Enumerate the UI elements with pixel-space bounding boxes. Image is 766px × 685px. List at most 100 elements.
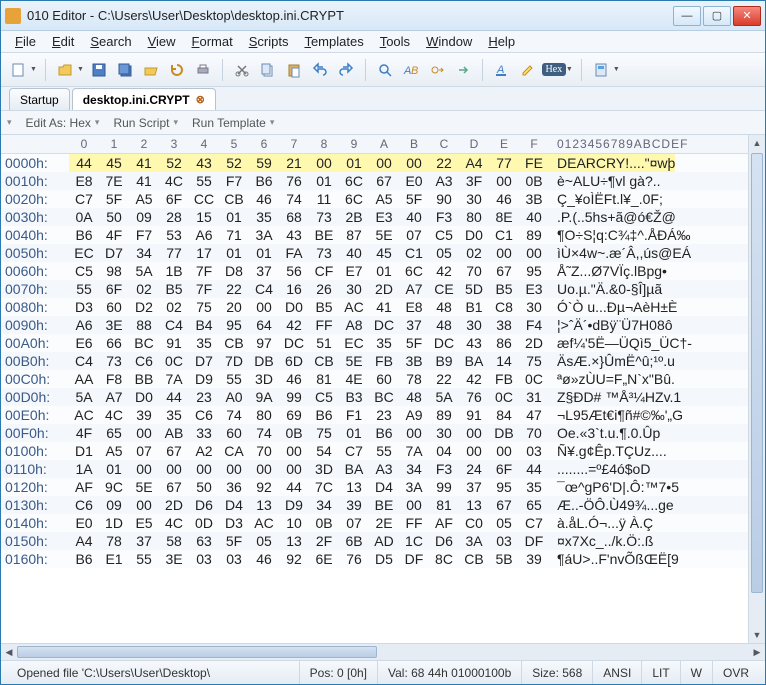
hex-byte[interactable]: 33 [189, 424, 219, 442]
hex-byte[interactable]: 37 [399, 316, 429, 334]
new-file-dropdown[interactable]: ▼ [30, 66, 37, 73]
hex-byte[interactable]: 41 [129, 172, 159, 190]
hex-byte[interactable]: 01 [339, 154, 369, 172]
hex-byte[interactable]: 60 [99, 298, 129, 316]
hex-byte[interactable]: 50 [189, 478, 219, 496]
ascii-text[interactable]: ¦>ˆÄ´•dBÿ¨Ü7H08ô [549, 316, 673, 334]
hex-byte[interactable]: 30 [459, 190, 489, 208]
hex-byte[interactable]: 0C [489, 388, 519, 406]
hex-byte[interactable]: 00 [489, 442, 519, 460]
hex-byte[interactable]: 70 [459, 262, 489, 280]
ascii-text[interactable]: Uo.µ."Ä.&0-§Î]µã [549, 280, 662, 298]
hex-byte[interactable]: E6 [69, 334, 99, 352]
highlight-icon[interactable] [517, 59, 539, 81]
hex-byte[interactable]: C5 [69, 262, 99, 280]
hex-byte[interactable]: DC [279, 334, 309, 352]
hex-byte[interactable]: F3 [429, 460, 459, 478]
hex-byte[interactable]: 89 [519, 226, 549, 244]
hex-byte[interactable]: C7 [519, 514, 549, 532]
run-script-dropdown[interactable]: Run Script▾ [113, 116, 178, 130]
hex-byte[interactable]: 5F [399, 190, 429, 208]
hex-byte[interactable]: 37 [459, 478, 489, 496]
hex-byte[interactable]: C7 [69, 190, 99, 208]
hex-byte[interactable]: C5 [429, 226, 459, 244]
hex-byte[interactable]: DB [249, 352, 279, 370]
ascii-text[interactable]: è~ALU÷¶vl gà?.. [549, 172, 661, 190]
hex-byte[interactable]: C0 [459, 514, 489, 532]
hex-byte[interactable]: CB [219, 190, 249, 208]
hex-byte[interactable]: 69 [279, 406, 309, 424]
undo-icon[interactable] [309, 59, 331, 81]
hex-byte[interactable]: BE [309, 226, 339, 244]
hex-byte[interactable]: 40 [399, 208, 429, 226]
hex-byte[interactable]: 70 [249, 442, 279, 460]
hex-mode-icon[interactable]: Hex [543, 59, 565, 81]
hex-byte[interactable]: 9A [249, 388, 279, 406]
menu-scripts[interactable]: Scripts [241, 32, 297, 51]
hex-byte[interactable]: 3E [159, 550, 189, 568]
hex-byte[interactable]: 6D [279, 352, 309, 370]
hex-byte[interactable]: 76 [459, 388, 489, 406]
hex-row[interactable]: 00D0h:5AA7D04423A09A99C5B3BC485A760C31Z§… [1, 388, 748, 406]
hex-byte[interactable]: DC [369, 316, 399, 334]
ascii-text[interactable]: ¯œ^gP6'D|.Ô:™7•5 [549, 478, 679, 496]
hex-byte[interactable]: 11 [309, 190, 339, 208]
hex-byte[interactable]: 68 [279, 208, 309, 226]
status-write-mode[interactable]: W [681, 661, 713, 684]
hex-byte[interactable]: 46 [279, 370, 309, 388]
ascii-text[interactable]: Ñ¥.g¢Êp.TÇUz.... [549, 442, 667, 460]
hex-byte[interactable]: D6 [429, 532, 459, 550]
find-replace-icon[interactable]: AB [400, 59, 422, 81]
hex-row[interactable]: 00A0h:E666BC9135CB97DC51EC355FDC43862Dæf… [1, 334, 748, 352]
status-endian[interactable]: LIT [642, 661, 680, 684]
hex-byte[interactable]: 65 [519, 496, 549, 514]
hex-byte[interactable]: 07 [339, 514, 369, 532]
hex-byte[interactable]: A8 [339, 316, 369, 334]
hex-byte[interactable]: 59 [249, 154, 279, 172]
hex-byte[interactable]: 23 [369, 406, 399, 424]
hex-byte[interactable]: 1D [99, 514, 129, 532]
save-icon[interactable] [88, 59, 110, 81]
hex-byte[interactable]: 00 [489, 244, 519, 262]
hex-byte[interactable]: B9 [429, 352, 459, 370]
hex-byte[interactable]: A6 [69, 316, 99, 334]
hex-byte[interactable]: 14 [489, 352, 519, 370]
hex-byte[interactable]: BC [129, 334, 159, 352]
hex-byte[interactable]: DB [489, 424, 519, 442]
hex-byte[interactable]: F8 [99, 370, 129, 388]
hex-byte[interactable]: 00 [159, 460, 189, 478]
hex-byte[interactable]: 05 [249, 532, 279, 550]
hex-byte[interactable]: 34 [129, 244, 159, 262]
hex-byte[interactable]: 00 [279, 460, 309, 478]
open-file-dropdown[interactable]: ▼ [77, 66, 84, 73]
hex-byte[interactable]: 55 [219, 370, 249, 388]
hex-byte[interactable]: 00 [129, 424, 159, 442]
hex-byte[interactable]: 92 [249, 478, 279, 496]
hex-byte[interactable]: C4 [249, 280, 279, 298]
hex-row[interactable]: 00B0h:C473C60CD77DDB6DCB5EFB3BB9BA1475Äs… [1, 352, 748, 370]
hex-byte[interactable]: 60 [219, 424, 249, 442]
hex-byte[interactable]: 07 [399, 226, 429, 244]
hex-byte[interactable]: 66 [99, 334, 129, 352]
hex-byte[interactable]: 52 [219, 154, 249, 172]
ascii-text[interactable]: ¤x7Xc_../k­.Ö:.ß [549, 532, 653, 550]
hex-row[interactable]: 00C0h:AAF8BB7AD9553D46814E60782242FB0Cªø… [1, 370, 748, 388]
menu-file[interactable]: File [7, 32, 44, 51]
hex-byte[interactable]: B1 [459, 298, 489, 316]
hex-byte[interactable]: 00 [369, 154, 399, 172]
find-icon[interactable] [374, 59, 396, 81]
hex-byte[interactable]: 5F [399, 334, 429, 352]
hex-byte[interactable]: 3B [519, 190, 549, 208]
hex-byte[interactable]: F7 [129, 226, 159, 244]
hex-byte[interactable]: AC [249, 514, 279, 532]
scroll-down-icon[interactable]: ▼ [749, 627, 765, 643]
hex-byte[interactable]: 43 [189, 154, 219, 172]
hex-byte[interactable]: FE [519, 154, 549, 172]
menu-format[interactable]: Format [184, 32, 241, 51]
hex-byte[interactable]: 4C [159, 514, 189, 532]
hex-byte[interactable]: B4 [189, 316, 219, 334]
hex-byte[interactable]: 86 [489, 334, 519, 352]
hex-byte[interactable]: 00 [309, 154, 339, 172]
menu-templates[interactable]: Templates [296, 32, 371, 51]
hex-byte[interactable]: 00 [489, 172, 519, 190]
